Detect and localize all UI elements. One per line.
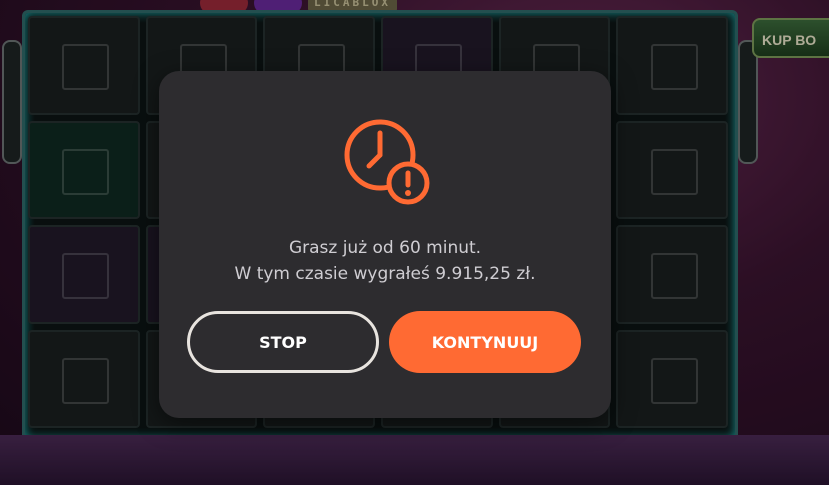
session-winnings-text: W tym czasie wygrałeś 9.915,25 zł. <box>234 264 536 284</box>
continue-button[interactable]: KONTYNUUJ <box>389 311 581 373</box>
stop-button[interactable]: STOP <box>187 311 379 373</box>
clock-alert-icon <box>344 119 430 205</box>
reality-check-dialog: Grasz już od 60 minut. W tym czasie wygr… <box>159 71 611 418</box>
game-screen: LICABLOX KUP BO Grasz już od 60 minut. W… <box>0 0 829 485</box>
session-duration-text: Grasz już od 60 minut. <box>288 238 482 258</box>
session-message: Grasz już od 60 minut. W tym czasie wygr… <box>159 235 611 287</box>
